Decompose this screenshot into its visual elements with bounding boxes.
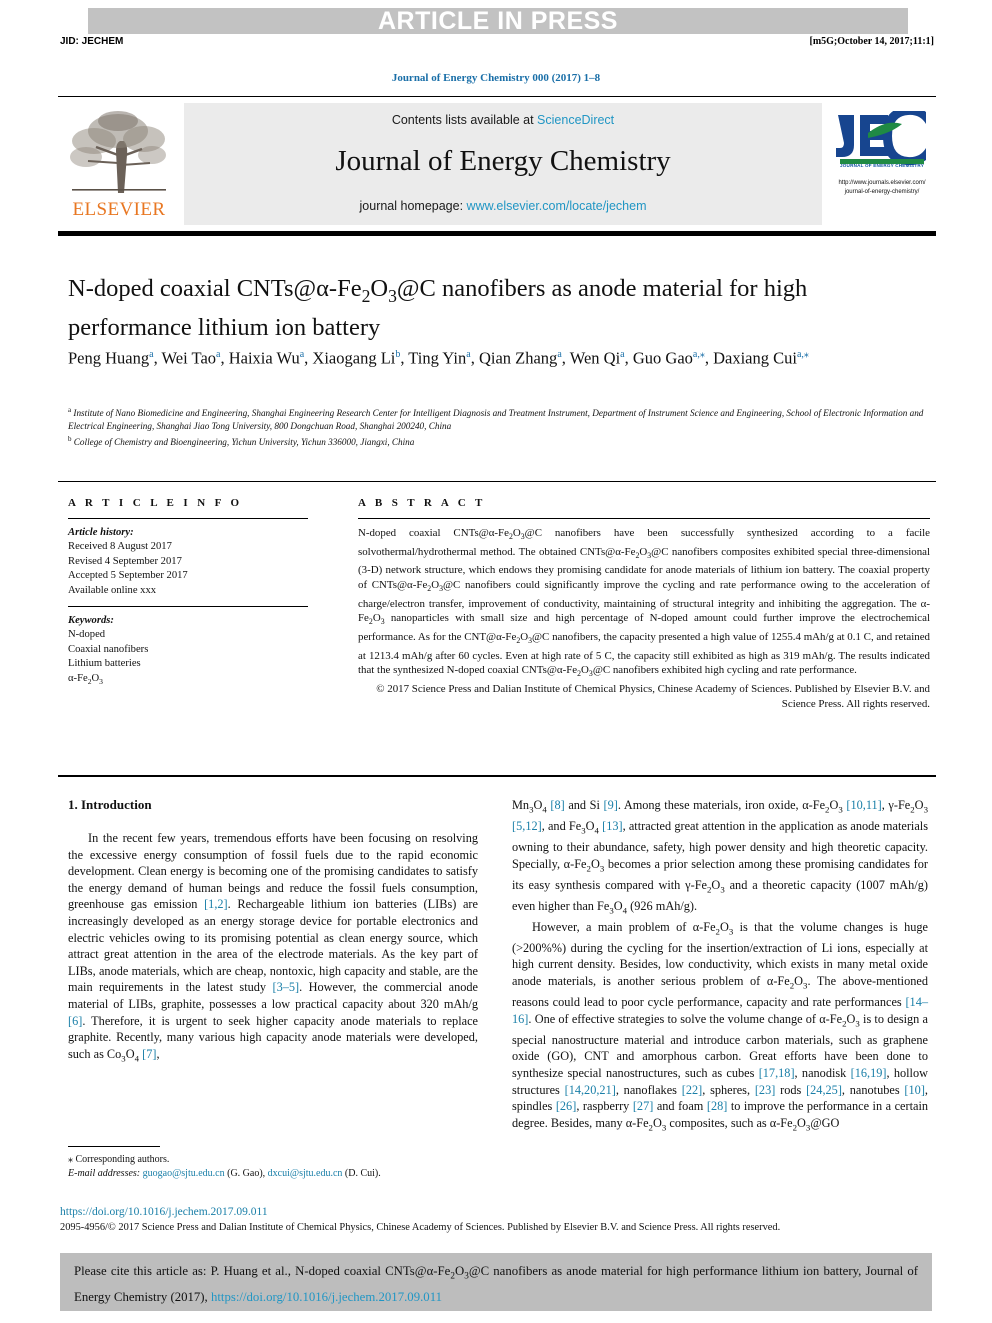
corresponding-authors-note: ⁎ Corresponding authors. — [68, 1154, 170, 1165]
affiliation-b-text: College of Chemistry and Bioengineering,… — [73, 437, 415, 448]
elsevier-tree-icon — [70, 111, 166, 193]
body-column-left: 1. Introduction In the recent few years,… — [68, 797, 478, 1067]
jec-subtitle: JOURNAL OF ENERGY CHEMISTRY — [840, 163, 924, 168]
abstract-heading: A B S T R A C T — [358, 497, 486, 509]
journal-homepage-line: journal homepage: www.elsevier.com/locat… — [184, 199, 822, 213]
info-section-top-rule — [58, 481, 936, 482]
history-item: Revised 4 September 2017 — [68, 555, 182, 567]
abstract-bottom-rule — [58, 775, 936, 777]
abstract-copyright: © 2017 Science Press and Dalian Institut… — [376, 682, 930, 710]
article-info-rule-1 — [68, 518, 308, 519]
article-page: ARTICLE IN PRESS JID: JECHEM [m5G;Octobe… — [0, 0, 992, 1323]
affiliation-a: a Institute of Nano Biomedicine and Engi… — [68, 406, 924, 432]
abstract-rule — [358, 518, 930, 519]
issn-copyright-line: 2095-4956/© 2017 Science Press and Dalia… — [60, 1222, 781, 1233]
email-addresses-note: E-mail addresses: guogao@sjtu.edu.cn (G.… — [68, 1168, 381, 1179]
history-item: Available online xxx — [68, 584, 157, 596]
please-cite-box: Please cite this article as: P. Huang et… — [60, 1253, 932, 1311]
article-info-column: A R T I C L E I N F O Article history: R… — [68, 497, 308, 689]
introduction-paragraph: In the recent few years, tremendous effo… — [68, 831, 478, 1064]
contents-lists-prefix: Contents lists available at — [391, 113, 538, 127]
title-block: N-doped coaxial CNTs@α-Fe2O3@C nanofiber… — [68, 273, 918, 343]
please-cite-text: Please cite this article as: P. Huang et… — [74, 1264, 918, 1304]
keyword-item: N-doped — [68, 629, 106, 641]
body-column-right: Mn3O4 [8] and Si [9]. Among these materi… — [512, 797, 928, 1136]
doi-link[interactable]: https://doi.org/10.1016/j.jechem.2017.09… — [60, 1206, 268, 1218]
article-in-press-label: ARTICLE IN PRESS — [378, 7, 618, 35]
elsevier-wordmark: ELSEVIER — [72, 199, 166, 220]
jec-url-line1: http://www.journals.elsevier.com/ — [838, 180, 926, 186]
affiliation-b: b College of Chemistry and Bioengineerin… — [68, 435, 415, 448]
keywords-label: Keywords: — [68, 615, 114, 627]
production-stamp-label: [m5G;October 14, 2017;11:1] — [809, 36, 934, 47]
introduction-paragraph: However, a main problem of α-Fe2O3 is th… — [512, 919, 929, 1133]
jec-url-line2: journal-of-energy-chemistry/ — [844, 189, 920, 195]
abstract-body: N-doped coaxial CNTs@α-Fe2O3@C nanofiber… — [358, 527, 931, 679]
article-info-heading: A R T I C L E I N F O — [68, 497, 243, 509]
masthead-bottom-rule — [58, 231, 936, 236]
abstract-column: A B S T R A C T N-doped coaxial CNTs@α-F… — [358, 497, 930, 711]
author-list: Peng Huanga, Wei Taoa, Haixia Wua, Xiaog… — [68, 348, 809, 368]
article-info-rule-2 — [68, 606, 308, 608]
footnote-rule — [68, 1146, 160, 1147]
masthead-top-rule — [58, 96, 936, 97]
contents-lists-line: Contents lists available at ScienceDirec… — [184, 113, 822, 127]
contents-band: Contents lists available at ScienceDirec… — [184, 103, 822, 225]
journal-reference-line: Journal of Energy Chemistry 000 (2017) 1… — [391, 72, 601, 84]
keyword-item: Coaxial nanofibers — [68, 643, 149, 655]
footnote-block: ⁎ Corresponding authors. E-mail addresse… — [68, 1153, 488, 1181]
sciencedirect-link[interactable]: ScienceDirect — [537, 113, 614, 127]
article-in-press-banner: ARTICLE IN PRESS — [88, 8, 908, 34]
keyword-item: Lithium batteries — [68, 658, 141, 670]
homepage-prefix: journal homepage: — [359, 199, 467, 213]
page-title: N-doped coaxial CNTs@α-Fe2O3@C nanofiber… — [68, 275, 808, 341]
journal-title: Journal of Energy Chemistry — [335, 145, 671, 177]
introduction-heading: 1. Introduction — [68, 797, 152, 812]
journal-masthead: ELSEVIER Contents lists available at Sci… — [58, 103, 936, 225]
jec-url: http://www.journals.elsevier.com/ journa… — [828, 179, 936, 197]
history-item: Received 8 August 2017 — [68, 541, 172, 553]
jec-logo: JOURNAL OF ENERGY CHEMISTRY http://www.j… — [828, 103, 936, 225]
keyword-item: α-Fe2O3 — [68, 672, 103, 686]
affiliations: a Institute of Nano Biomedicine and Engi… — [68, 404, 930, 449]
introduction-paragraph: Mn3O4 [8] and Si [9]. Among these materi… — [512, 798, 928, 916]
journal-homepage-link[interactable]: www.elsevier.com/locate/jechem — [467, 199, 647, 213]
history-item: Accepted 5 September 2017 — [68, 570, 188, 582]
journal-id-label: JID: JECHEM — [60, 36, 124, 47]
jec-monogram-icon — [836, 111, 926, 165]
article-history-label: Article history: — [68, 527, 134, 538]
elsevier-logo: ELSEVIER — [58, 103, 180, 225]
affiliation-a-text: Institute of Nano Biomedicine and Engine… — [68, 408, 924, 432]
